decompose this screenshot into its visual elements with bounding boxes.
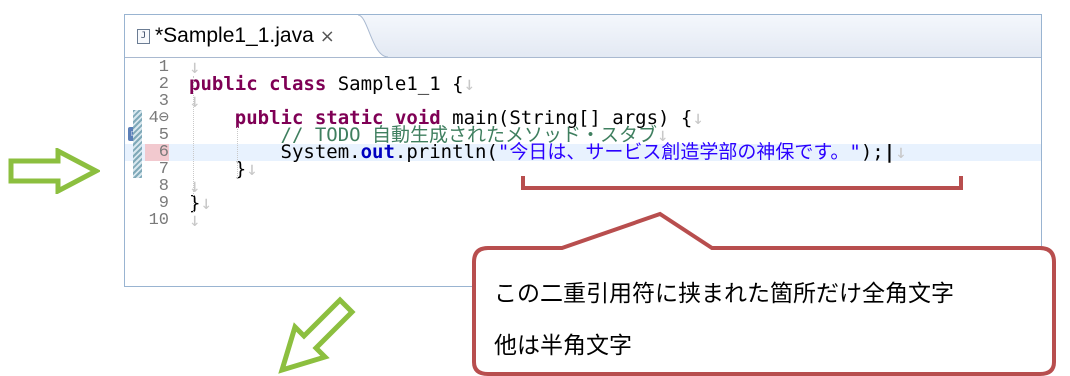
right-arrow-icon bbox=[8, 148, 100, 194]
down-left-arrow-icon bbox=[278, 296, 356, 374]
callout-bubble bbox=[472, 211, 1056, 376]
callout-text-line-1: この二重引用符に挟まれた箇所だけ全角文字 bbox=[494, 281, 954, 307]
callout-text-line-2: 他は半角文字 bbox=[494, 333, 632, 359]
